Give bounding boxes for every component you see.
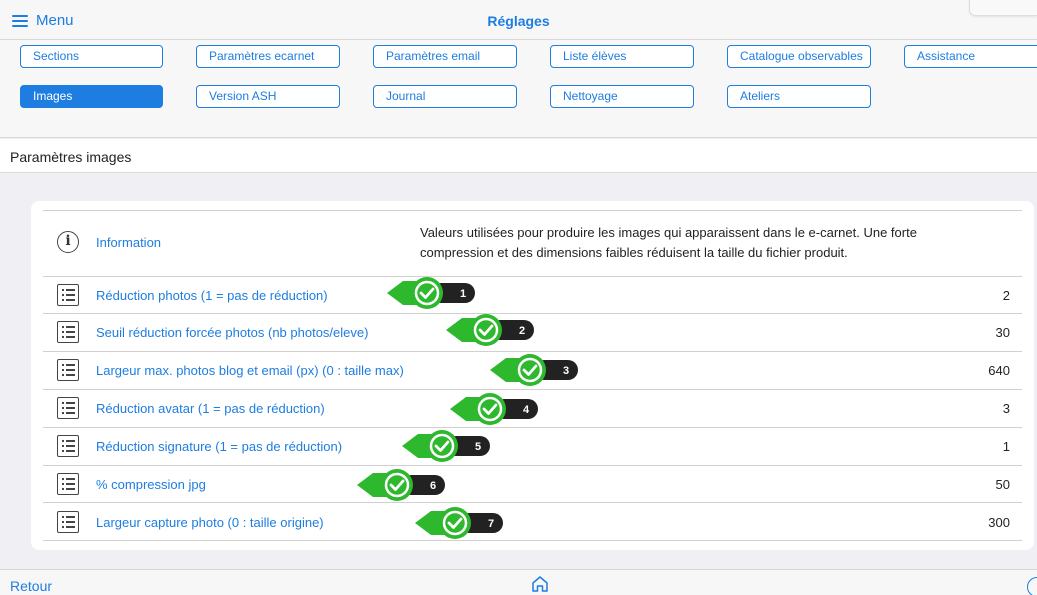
badge-number: 6 bbox=[430, 480, 436, 492]
tab-catalogue-observables[interactable]: Catalogue observables bbox=[727, 45, 871, 68]
setting-value: 2 bbox=[1002, 288, 1010, 303]
setting-row-compression-jpg[interactable]: % compression jpg 50 bbox=[43, 466, 1022, 503]
list-icon-wrap bbox=[57, 473, 79, 495]
list-icon-wrap bbox=[57, 397, 79, 419]
info-label: Information bbox=[96, 235, 162, 250]
back-button[interactable]: Retour bbox=[10, 578, 52, 594]
help-icon[interactable] bbox=[1027, 577, 1037, 595]
setting-label: Largeur max. photos blog et email (px) (… bbox=[96, 363, 404, 378]
top-right-panel bbox=[969, 0, 1037, 16]
setting-row-largeur-capture[interactable]: Largeur capture photo (0 : taille origin… bbox=[43, 503, 1022, 541]
tab-journal[interactable]: Journal bbox=[373, 85, 517, 108]
check-marker-7: 7 bbox=[415, 507, 503, 539]
setting-value: 30 bbox=[995, 325, 1010, 340]
home-icon[interactable] bbox=[530, 574, 550, 594]
list-icon bbox=[57, 321, 79, 343]
badge-number: 3 bbox=[563, 365, 569, 377]
menu-label: Menu bbox=[36, 12, 74, 29]
setting-value: 50 bbox=[995, 477, 1010, 492]
list-icon-wrap bbox=[57, 435, 79, 457]
setting-value: 640 bbox=[988, 363, 1010, 378]
info-row: i Information Valeurs utilisées pour pro… bbox=[43, 221, 1022, 277]
setting-label: Réduction photos (1 = pas de réduction) bbox=[96, 288, 328, 303]
badge-number: 7 bbox=[488, 518, 494, 530]
settings-tabs: Sections Paramètres ecarnet Paramètres e… bbox=[0, 40, 1037, 138]
setting-value: 300 bbox=[988, 515, 1010, 530]
setting-label: Largeur capture photo (0 : taille origin… bbox=[96, 515, 324, 530]
setting-value: 3 bbox=[1002, 401, 1010, 416]
tab-assistance[interactable]: Assistance bbox=[904, 45, 1037, 68]
list-icon-wrap bbox=[57, 284, 79, 306]
badge-number: 2 bbox=[519, 325, 525, 337]
check-marker-1: 1 bbox=[387, 277, 475, 309]
setting-value: 1 bbox=[1002, 439, 1010, 454]
check-marker-3: 3 bbox=[490, 354, 578, 386]
bottom-bar: Retour bbox=[0, 569, 1037, 595]
section-title: Paramètres images bbox=[0, 139, 1037, 173]
setting-row-reduction-photos[interactable]: Réduction photos (1 = pas de réduction) … bbox=[43, 277, 1022, 314]
divider bbox=[43, 210, 1022, 211]
tab-parametres-email[interactable]: Paramètres email bbox=[373, 45, 517, 68]
hamburger-icon bbox=[12, 14, 28, 27]
setting-row-reduction-signature[interactable]: Réduction signature (1 = pas de réductio… bbox=[43, 428, 1022, 466]
tab-sections[interactable]: Sections bbox=[20, 45, 163, 68]
list-icon bbox=[57, 511, 79, 533]
check-marker-5: 5 bbox=[402, 430, 490, 462]
check-marker-4: 4 bbox=[450, 393, 538, 425]
check-marker-2: 2 bbox=[446, 314, 534, 346]
badge-number: 1 bbox=[460, 288, 466, 300]
tab-images[interactable]: Images bbox=[20, 85, 163, 108]
list-icon-wrap bbox=[57, 359, 79, 381]
list-icon-wrap bbox=[57, 511, 79, 533]
tab-liste-eleves[interactable]: Liste élèves bbox=[550, 45, 694, 68]
info-icon: i bbox=[57, 231, 79, 253]
tab-nettoyage[interactable]: Nettoyage bbox=[550, 85, 694, 108]
setting-label: % compression jpg bbox=[96, 477, 206, 492]
setting-label: Réduction signature (1 = pas de réductio… bbox=[96, 439, 343, 454]
list-icon bbox=[57, 473, 79, 495]
info-description: Valeurs utilisées pour produire les imag… bbox=[420, 225, 917, 260]
list-icon-wrap bbox=[57, 321, 79, 343]
badge-number: 4 bbox=[523, 404, 530, 416]
setting-label: Réduction avatar (1 = pas de réduction) bbox=[96, 401, 325, 416]
menu-button[interactable]: Menu bbox=[12, 12, 74, 29]
info-icon-wrap: i bbox=[57, 231, 79, 253]
list-icon bbox=[57, 397, 79, 419]
setting-label: Seuil réduction forcée photos (nb photos… bbox=[96, 325, 369, 340]
top-bar: Menu Réglages bbox=[0, 0, 1037, 40]
tab-parametres-ecarnet[interactable]: Paramètres ecarnet bbox=[196, 45, 340, 68]
list-icon bbox=[57, 359, 79, 381]
tab-ateliers[interactable]: Ateliers bbox=[727, 85, 871, 108]
page-title: Réglages bbox=[487, 13, 550, 29]
list-icon bbox=[57, 435, 79, 457]
badge-number: 5 bbox=[475, 441, 481, 453]
tab-version-ash[interactable]: Version ASH bbox=[196, 85, 340, 108]
check-marker-6: 6 bbox=[357, 469, 445, 501]
list-icon bbox=[57, 284, 79, 306]
